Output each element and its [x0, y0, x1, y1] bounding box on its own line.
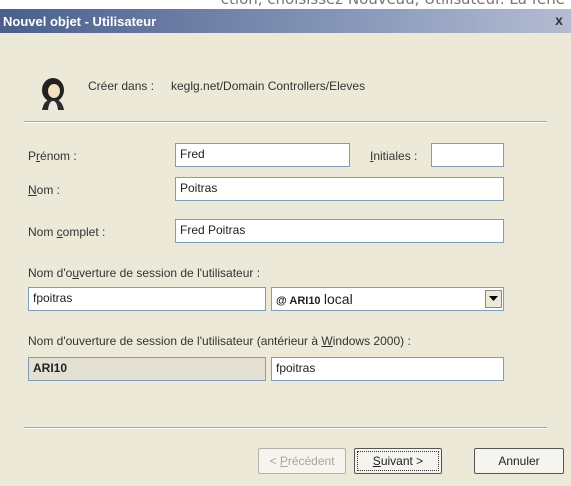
window-title: Nouvel objet - Utilisateur [3, 13, 157, 29]
domain-dropdown[interactable]: @ ARI10 local [271, 287, 504, 311]
title-bar: Nouvel objet - Utilisateur x [0, 9, 571, 33]
next-button[interactable]: Suivant > [354, 448, 442, 474]
new-user-dialog: Créer dans : keglg.net/Domain Controller… [0, 33, 571, 486]
divider-bottom [24, 427, 547, 429]
create-in-path: keglg.net/Domain Controllers/Eleves [171, 79, 366, 93]
last-name-field[interactable]: Poitras [175, 177, 504, 201]
cancel-button[interactable]: Annuler [474, 448, 564, 474]
initials-field[interactable] [431, 143, 504, 167]
logon-name-label: Nom d'ouverture de session de l'utilisat… [28, 266, 261, 280]
domain-prefix: @ ARI10 [276, 295, 321, 307]
legacy-domain-field: ARI10 [28, 357, 266, 381]
divider-top [24, 121, 547, 123]
legacy-logon-label: Nom d'ouverture de session de l'utilisat… [28, 334, 411, 348]
first-name-field[interactable]: Fred [175, 143, 350, 167]
logon-name-field[interactable]: fpoitras [28, 287, 266, 311]
user-icon [42, 78, 64, 110]
legacy-logon-field[interactable]: fpoitras [271, 357, 504, 381]
initials-label: Initiales : [370, 149, 418, 163]
close-icon[interactable]: x [551, 12, 567, 28]
previous-button[interactable]: < Précédent [258, 448, 346, 474]
full-name-label: Nom complet : [28, 225, 106, 239]
full-name-field[interactable]: Fred Poitras [175, 219, 504, 243]
first-name-label: Prénom : [28, 149, 77, 163]
chevron-down-icon[interactable] [485, 290, 502, 308]
last-name-label: Nom : [28, 183, 61, 197]
domain-suffix: local [323, 291, 353, 307]
create-in-label: Créer dans : [88, 79, 155, 93]
